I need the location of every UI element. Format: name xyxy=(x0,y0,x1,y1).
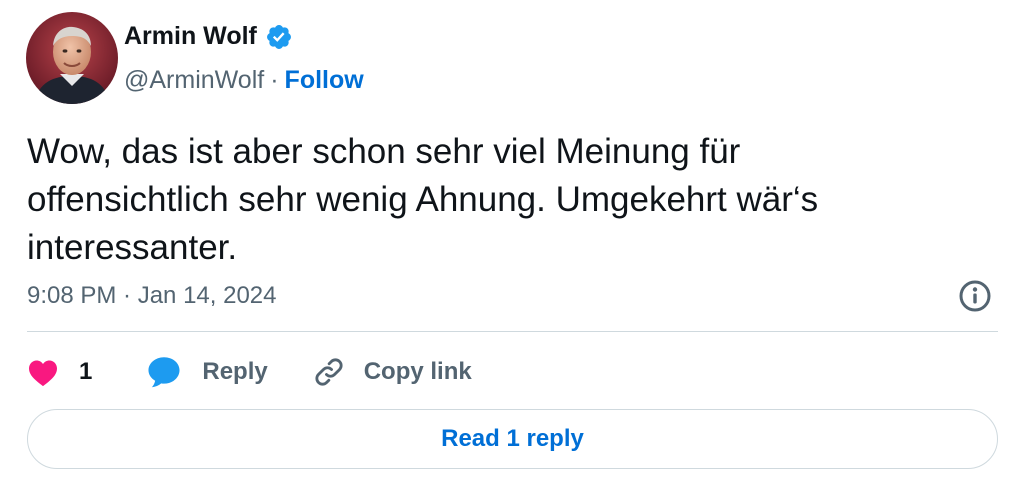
divider xyxy=(27,331,998,332)
tweet-text: Wow, das ist aber schon sehr viel Meinun… xyxy=(27,128,927,272)
link-icon xyxy=(315,358,343,386)
info-icon[interactable] xyxy=(957,278,993,314)
copy-link-label: Copy link xyxy=(363,358,472,385)
like-count: 1 xyxy=(79,358,93,385)
avatar[interactable] xyxy=(26,12,118,104)
tweet-card: Armin Wolf @ArminWolf · Follow Wow, das … xyxy=(0,0,1024,484)
reply-bubble-icon xyxy=(148,357,180,388)
author-name[interactable]: Armin Wolf xyxy=(124,22,257,51)
like-button[interactable]: 1 xyxy=(27,357,92,387)
author-name-row: Armin Wolf xyxy=(124,22,293,51)
author-handle-row: @ArminWolf · Follow xyxy=(124,66,364,95)
read-replies-button[interactable]: Read 1 reply xyxy=(27,409,998,469)
tweet-timestamp[interactable]: 9:08 PM · Jan 14, 2024 xyxy=(27,282,277,310)
tweet-text-line: interessanter. xyxy=(27,228,238,267)
handle-separator: · xyxy=(270,66,279,94)
tweet-text-line: Wow, das ist aber schon sehr viel Meinun… xyxy=(27,132,741,171)
tweet-text-line: offensichtlich sehr wenig Ahnung. Umgeke… xyxy=(27,180,819,219)
tweet-actions: 1 Reply Copy link xyxy=(27,350,472,394)
heart-icon xyxy=(29,360,57,387)
reply-label: Reply xyxy=(202,358,268,385)
avatar-photo xyxy=(26,12,118,104)
reply-button[interactable]: Reply xyxy=(146,355,268,389)
copy-link-button[interactable]: Copy link xyxy=(312,355,472,389)
verified-badge-icon xyxy=(266,24,291,49)
follow-button[interactable]: Follow xyxy=(285,66,364,95)
author-handle[interactable]: @ArminWolf xyxy=(124,66,264,95)
